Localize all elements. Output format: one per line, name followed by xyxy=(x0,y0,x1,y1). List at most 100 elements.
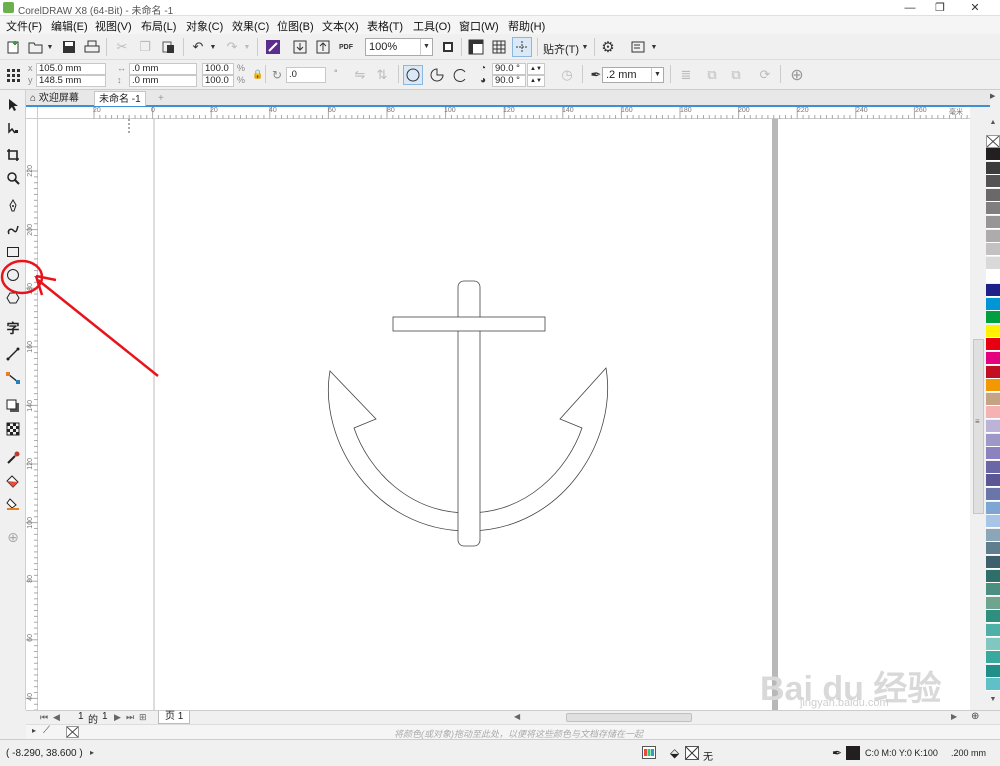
add-icon[interactable]: ⊕ xyxy=(787,65,807,85)
undo-dropdown-icon[interactable]: ▼ xyxy=(203,37,223,57)
color-management-icon[interactable] xyxy=(642,746,656,759)
color-swatch[interactable] xyxy=(986,624,1000,637)
vertical-ruler[interactable]: 220 200 180 160 140 120 100 80 60 40 xyxy=(26,119,38,710)
color-swatch[interactable] xyxy=(986,284,1000,297)
options-gear-icon[interactable]: ⚙ xyxy=(598,37,618,57)
new-tab-icon[interactable]: + xyxy=(154,91,168,106)
color-swatch[interactable] xyxy=(986,297,1000,311)
to-front-icon[interactable]: ⧉ xyxy=(702,65,722,85)
color-swatch[interactable] xyxy=(986,270,1000,284)
status-flyout-icon[interactable]: ▸ xyxy=(90,748,94,757)
start-angle-spinner[interactable]: ▲▼ xyxy=(527,63,545,75)
tab-welcome-screen[interactable]: ⌂ 欢迎屏幕 xyxy=(26,91,83,106)
last-page-icon[interactable]: ⏭ xyxy=(126,712,134,723)
show-grid-icon[interactable] xyxy=(489,37,509,57)
vertical-scroll-thumb[interactable] xyxy=(973,339,984,514)
outline-width-combo[interactable]: .2 mm ▼ xyxy=(602,67,664,83)
new-document-icon[interactable] xyxy=(3,37,23,57)
launcher-dropdown-icon[interactable]: ▼ xyxy=(644,37,664,57)
minimize-button[interactable]: — xyxy=(895,0,925,16)
scroll-left-icon[interactable]: ◀ xyxy=(514,712,520,721)
horizontal-scroll-thumb[interactable] xyxy=(566,713,692,722)
search-content-icon[interactable] xyxy=(263,37,283,57)
color-swatch[interactable] xyxy=(986,188,1000,202)
freehand-tool-icon[interactable] xyxy=(3,196,23,216)
color-swatch[interactable] xyxy=(986,447,1000,461)
menu-layout[interactable]: 布局(L) xyxy=(141,18,176,34)
no-color-swatch[interactable] xyxy=(986,135,1000,148)
anchor-drawing[interactable] xyxy=(328,280,608,547)
wrap-text-icon[interactable]: ≣ xyxy=(676,65,696,85)
color-swatch[interactable] xyxy=(986,175,1000,189)
smart-fill-tool-icon[interactable] xyxy=(3,494,23,514)
add-page-icon[interactable]: ⊞ xyxy=(139,712,147,723)
drop-shadow-tool-icon[interactable] xyxy=(3,396,23,416)
print-icon[interactable] xyxy=(82,37,102,57)
crop-tool-icon[interactable] xyxy=(3,145,23,165)
ellipse-mode-icon[interactable] xyxy=(403,65,423,85)
zoom-tool-icon[interactable] xyxy=(3,168,23,188)
height-field[interactable]: .0 mm xyxy=(129,75,197,87)
artistic-media-tool-icon[interactable] xyxy=(3,219,23,239)
zoom-level-combo[interactable]: 100% ▼ xyxy=(365,38,433,56)
show-rulers-icon[interactable] xyxy=(466,37,486,57)
y-position-field[interactable]: 148.5 mm xyxy=(36,75,106,87)
color-swatch[interactable] xyxy=(986,460,1000,474)
color-swatch[interactable] xyxy=(986,311,1000,325)
arc-mode-icon[interactable] xyxy=(450,65,470,85)
start-angle-field[interactable]: 90.0 ° xyxy=(492,63,526,75)
export-icon[interactable] xyxy=(313,37,333,57)
color-swatch[interactable] xyxy=(986,501,1000,515)
customize-add-icon[interactable]: ⊕ xyxy=(3,527,23,547)
menu-table[interactable]: 表格(T) xyxy=(367,18,403,34)
first-page-icon[interactable]: ⏮ xyxy=(40,712,48,723)
color-swatch[interactable] xyxy=(986,433,1000,447)
color-swatch[interactable] xyxy=(986,324,1000,338)
menu-edit[interactable]: 编辑(E) xyxy=(51,18,88,34)
color-swatch[interactable] xyxy=(986,583,1000,597)
color-swatch[interactable] xyxy=(986,202,1000,216)
color-swatch[interactable] xyxy=(986,256,1000,270)
menu-object[interactable]: 对象(C) xyxy=(186,18,223,34)
color-swatch[interactable] xyxy=(986,637,1000,651)
snap-dropdown-icon[interactable]: ▼ xyxy=(575,37,595,57)
prev-page-icon[interactable]: ◀ xyxy=(53,712,60,723)
color-swatch[interactable] xyxy=(986,515,1000,529)
color-swatch[interactable] xyxy=(986,596,1000,610)
menu-bitmaps[interactable]: 位图(B) xyxy=(277,18,314,34)
horizontal-ruler[interactable]: 20 0 20 40 60 80 100 120 140 160 180 200… xyxy=(38,107,970,119)
color-swatch[interactable] xyxy=(986,651,1000,665)
next-page-icon[interactable]: ▶ xyxy=(114,712,121,723)
cut-icon[interactable]: ✂ xyxy=(112,37,132,57)
width-field[interactable]: .0 mm xyxy=(129,63,197,75)
pick-tool-icon[interactable] xyxy=(3,95,23,115)
end-angle-field[interactable]: 90.0 ° xyxy=(492,75,526,87)
color-swatch[interactable] xyxy=(986,488,1000,501)
color-swatch[interactable] xyxy=(986,569,1000,583)
pie-mode-icon[interactable] xyxy=(427,65,447,85)
vertical-scrollbar[interactable]: ≡ xyxy=(972,119,985,710)
interactive-fill-tool-icon[interactable] xyxy=(3,471,23,491)
close-button[interactable]: ✕ xyxy=(960,0,990,16)
import-icon[interactable] xyxy=(290,37,310,57)
color-swatch[interactable] xyxy=(986,406,1000,420)
menu-view[interactable]: 视图(V) xyxy=(95,18,132,34)
to-back-icon[interactable]: ⧉ xyxy=(726,65,746,85)
eyedropper-icon[interactable]: ⟋ xyxy=(43,725,50,736)
rotation-field[interactable]: .0 xyxy=(286,67,326,83)
shape-tool-icon[interactable] xyxy=(3,118,23,138)
menu-text[interactable]: 文本(X) xyxy=(322,18,359,34)
arc-direction-icon[interactable]: ◷ xyxy=(557,65,577,85)
menu-tools[interactable]: 工具(O) xyxy=(413,18,451,34)
mirror-horizontal-icon[interactable]: ⇋ xyxy=(350,65,370,85)
paste-icon[interactable] xyxy=(158,37,178,57)
redo-dropdown-icon[interactable]: ▼ xyxy=(237,37,257,57)
scroll-right-icon[interactable]: ▶ xyxy=(951,712,957,721)
convert-to-curves-icon[interactable]: ⟳ xyxy=(755,65,775,85)
color-swatch[interactable] xyxy=(986,474,1000,488)
color-swatch[interactable] xyxy=(986,556,1000,569)
full-screen-icon[interactable] xyxy=(438,37,458,57)
lock-ratio-icon[interactable]: 🔒 xyxy=(252,69,263,80)
scale-height-field[interactable]: 100.0 xyxy=(202,75,234,87)
anchor-stock-shape[interactable] xyxy=(392,316,546,332)
